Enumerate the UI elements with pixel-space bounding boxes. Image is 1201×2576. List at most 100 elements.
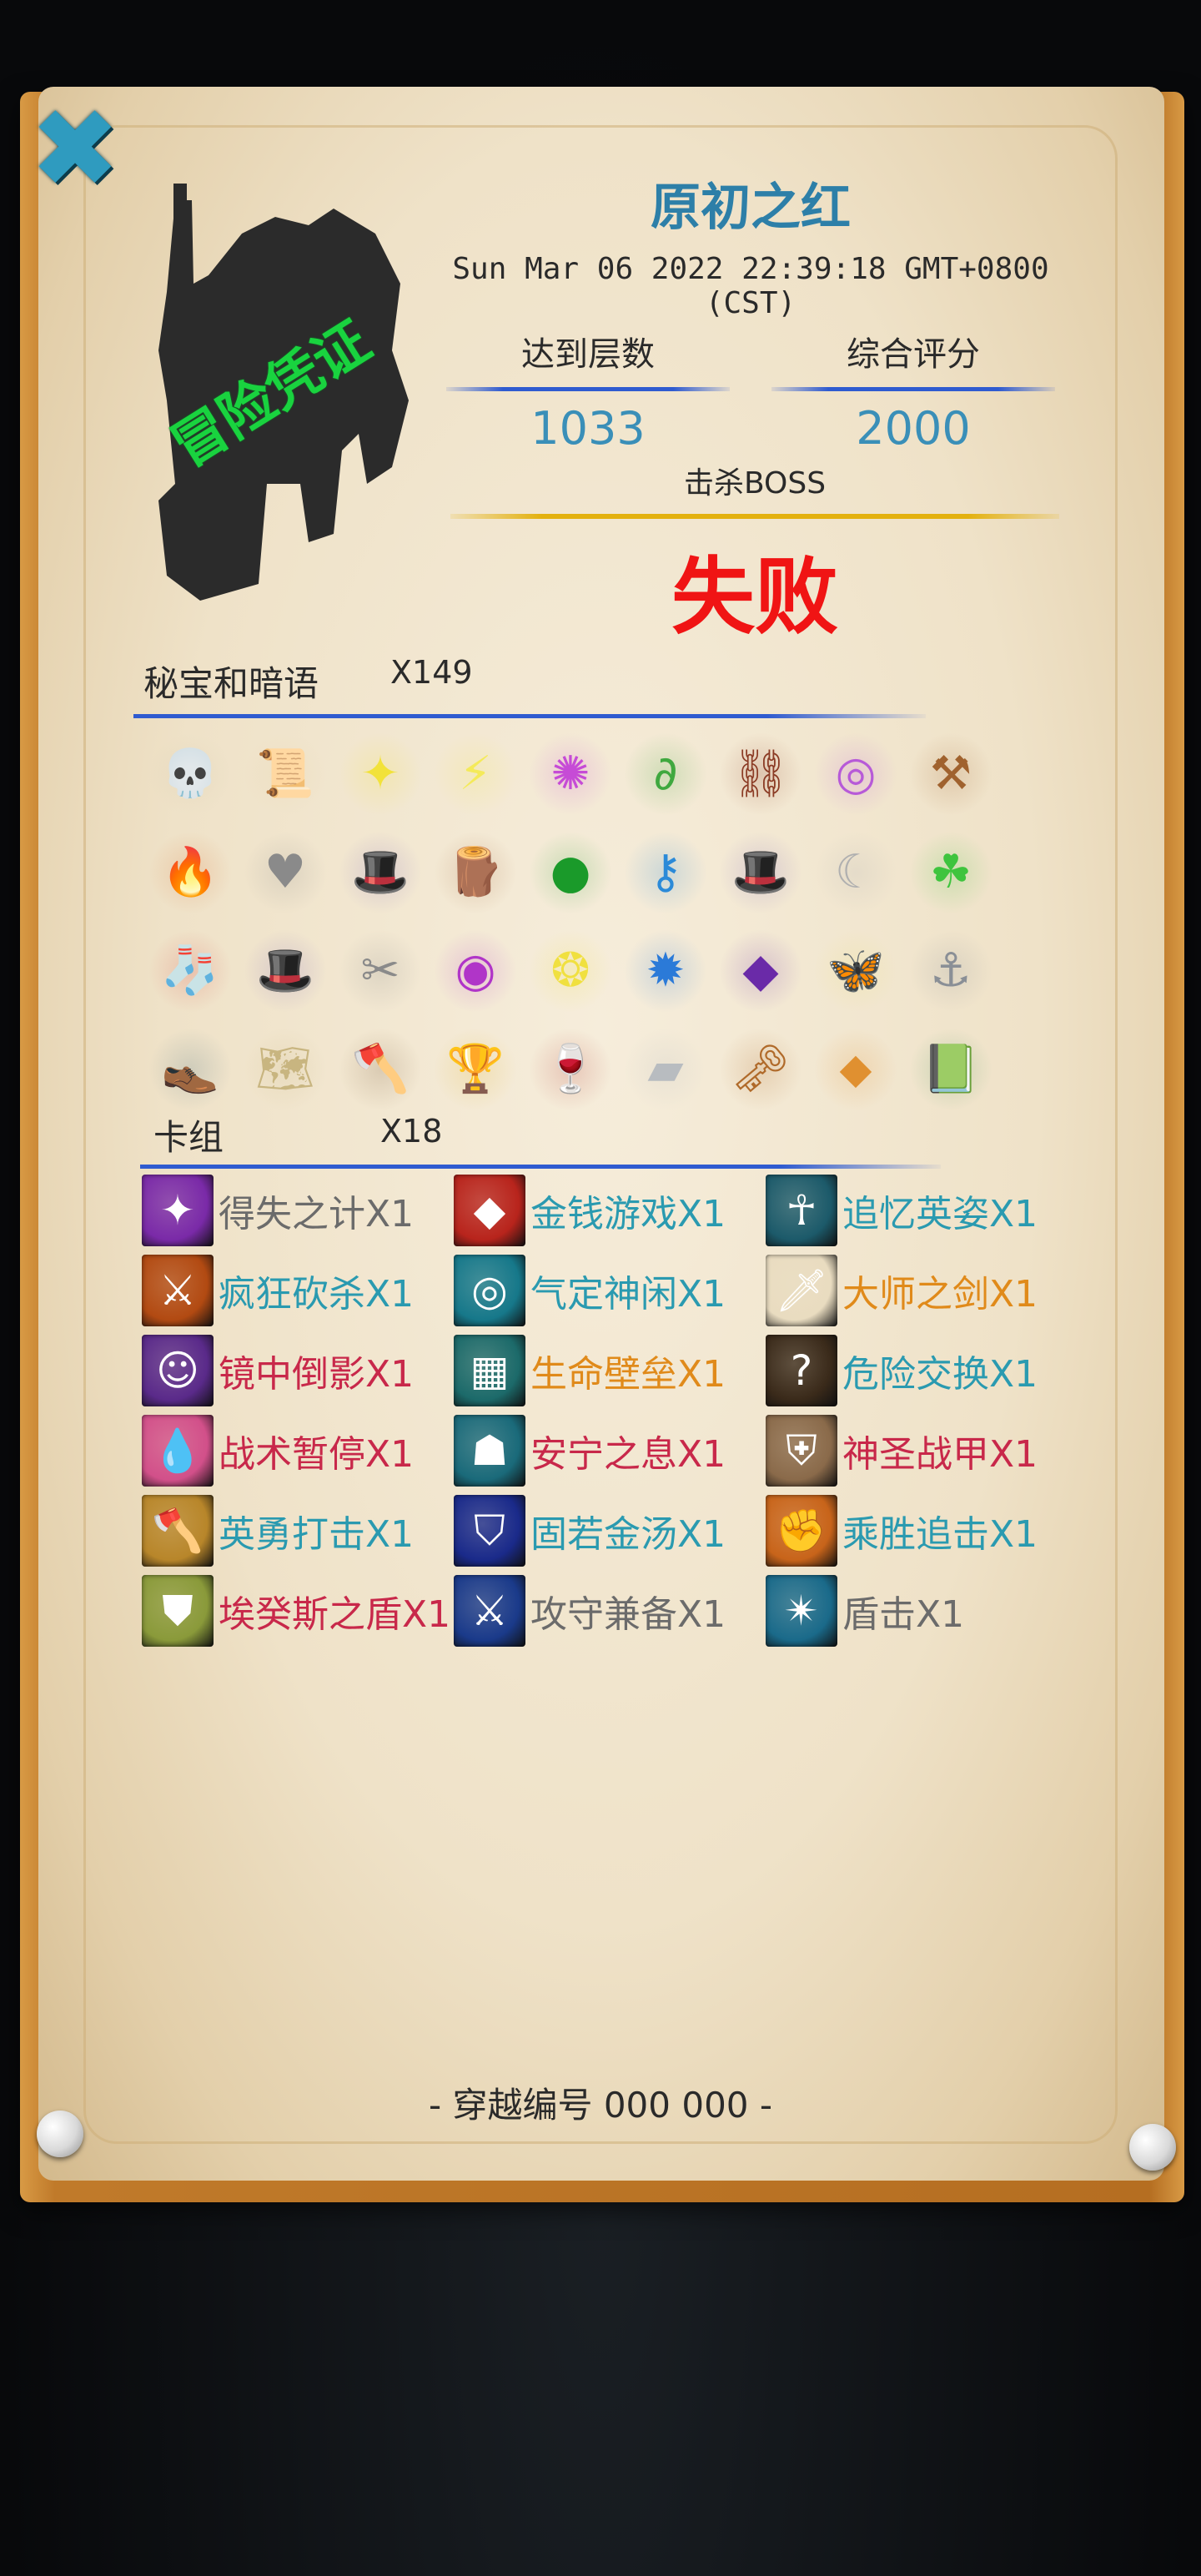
shovel-icon[interactable]: ⚒ <box>909 732 992 816</box>
blue-shield-icon: ⛉ <box>454 1495 525 1567</box>
treasure-divider <box>133 714 926 718</box>
pliers-icon[interactable]: ✂ <box>339 929 422 1013</box>
spirit-warrior-icon: ☥ <box>766 1175 837 1246</box>
floor-value: 1033 <box>530 402 646 455</box>
wizard-hat-icon[interactable]: 🎩 <box>244 929 327 1013</box>
card-item[interactable]: ☥ 追忆英姿X1 <box>766 1175 1078 1246</box>
green-book-icon[interactable]: 📗 <box>909 1028 992 1111</box>
amulet-icon[interactable]: ⬥ <box>814 1028 897 1111</box>
clover-icon[interactable]: ☘ <box>909 831 992 914</box>
background-hint <box>0 2269 1201 2576</box>
purple-eye-rune-icon[interactable]: ◉ <box>434 929 517 1013</box>
pin-right <box>1129 2124 1176 2171</box>
card-grid: ✦ 得失之计X1 ◆ 金钱游戏X1 ☥ 追忆英姿X1 ⚔ 疯狂砍杀X1 ◎ 气定神闲X1 🗡 大师之剑… <box>142 1175 1143 1647</box>
card-name: 安宁之息X1 <box>530 1433 726 1476</box>
silver-ingot-icon[interactable]: ▰ <box>624 1028 707 1111</box>
card-item[interactable]: 💧 战术暂停X1 <box>142 1415 454 1487</box>
card-item[interactable]: 🪓 英勇打击X1 <box>142 1495 454 1567</box>
crescent-blade-icon[interactable]: ☾ <box>814 831 897 914</box>
axe-icon[interactable]: 🪓 <box>339 1028 422 1111</box>
question-mark-icon: ? <box>766 1335 837 1406</box>
stocking-icon[interactable]: 🧦 <box>148 929 232 1013</box>
card-name: 追忆英姿X1 <box>842 1193 1038 1235</box>
card-item[interactable]: ⛨ 神圣战甲X1 <box>766 1415 1078 1487</box>
purple-burst-icon: ✦ <box>142 1175 214 1246</box>
card-item[interactable]: ⛊ 埃癸斯之盾X1 <box>142 1575 454 1647</box>
card-name: 得失之计X1 <box>219 1193 415 1235</box>
crossed-swords-icon: ⚔ <box>454 1575 525 1647</box>
card-name: 英勇打击X1 <box>219 1513 415 1556</box>
card-item[interactable]: ⚔ 疯狂砍杀X1 <box>142 1255 454 1326</box>
card-item[interactable]: ◎ 气定神闲X1 <box>454 1255 766 1326</box>
crossing-id: - 穿越编号 000 000 - <box>428 2085 773 2126</box>
score-divider <box>771 387 1055 391</box>
log-icon[interactable]: 🪵 <box>434 831 517 914</box>
red-gem-icon: ◆ <box>454 1175 525 1246</box>
shield-bash-icon: ✴ <box>766 1575 837 1647</box>
shoe-icon[interactable]: 👞 <box>148 1028 232 1111</box>
card-name: 战术暂停X1 <box>219 1433 415 1476</box>
floor-divider <box>446 387 730 391</box>
chain-icon[interactable]: ⛓ <box>719 732 802 816</box>
fire-pot-icon[interactable]: 🔥 <box>148 831 232 914</box>
close-button[interactable]: ✖ <box>30 94 121 203</box>
yellow-swirl-rune-icon[interactable]: ❂ <box>529 929 612 1013</box>
card-item[interactable]: ▦ 生命壁垒X1 <box>454 1335 766 1406</box>
card-name: 大师之剑X1 <box>842 1273 1038 1316</box>
card-item[interactable]: ✦ 得失之计X1 <box>142 1175 454 1246</box>
boss-divider <box>450 514 1059 519</box>
key-icon[interactable]: 🗝 <box>719 1028 802 1111</box>
teal-figure-icon: ☗ <box>454 1415 525 1487</box>
yellow-rune-icon[interactable]: ✦ <box>339 732 422 816</box>
yellow-claw-rune-icon[interactable]: ⚡ <box>434 732 517 816</box>
card-item[interactable]: ? 危险交换X1 <box>766 1335 1078 1406</box>
card-name: 固若金汤X1 <box>530 1513 726 1556</box>
wine-glass-icon[interactable]: 🍷 <box>529 1028 612 1111</box>
blue-vortex-icon: ◎ <box>454 1255 525 1326</box>
anchor-icon[interactable]: ⚓ <box>909 929 992 1013</box>
blue-drop-icon: 💧 <box>142 1415 214 1487</box>
card-name: 气定神闲X1 <box>530 1273 726 1316</box>
card-item[interactable]: ✊ 乘胜追击X1 <box>766 1495 1078 1567</box>
deck-count: X18 <box>380 1113 443 1150</box>
card-item[interactable]: ⛉ 固若金汤X1 <box>454 1495 766 1567</box>
card-item[interactable]: 🗡 大师之剑X1 <box>766 1255 1078 1326</box>
skull-icon[interactable]: 💀 <box>148 732 232 816</box>
purple-gem-icon[interactable]: ◆ <box>719 929 802 1013</box>
treasure-section-title: 秘宝和暗语 <box>143 663 319 704</box>
green-orb-icon[interactable]: ● <box>529 831 612 914</box>
card-item[interactable]: ◆ 金钱游戏X1 <box>454 1175 766 1246</box>
stone-heart-icon[interactable]: ♥ <box>244 831 327 914</box>
card-item[interactable]: ✴ 盾击X1 <box>766 1575 1078 1647</box>
purple-rune-icon[interactable]: ✺ <box>529 732 612 816</box>
result-text: 失败 <box>671 548 838 646</box>
scroll-icon[interactable]: 📜 <box>244 732 327 816</box>
teal-wall-icon: ▦ <box>454 1335 525 1406</box>
card-name: 疯狂砍杀X1 <box>219 1273 415 1316</box>
card-name: 镜中倒影X1 <box>219 1353 415 1396</box>
blue-rune-icon[interactable]: ⚷ <box>624 831 707 914</box>
map-scroll-icon[interactable]: 🗺 <box>244 1028 327 1111</box>
butterfly-icon[interactable]: 🦋 <box>814 929 897 1013</box>
golden-cup-icon[interactable]: 🏆 <box>434 1028 517 1111</box>
card-name: 金钱游戏X1 <box>530 1193 726 1235</box>
wizard-hat-icon[interactable]: 🎩 <box>339 831 422 914</box>
battle-axe-icon: 🪓 <box>142 1495 214 1567</box>
purple-swirl-icon[interactable]: ◎ <box>814 732 897 816</box>
green-rune-icon[interactable]: ∂ <box>624 732 707 816</box>
treasure-grid: 💀 📜 ✦ ⚡ ✺ ∂ ⛓ ◎ ⚒ 🔥 ♥ 🎩 🪵 ● ⚷ 🎩 ☾ ☘ 🧦 🎩 ✂ ◉ ❂ ✹ ◆ 🦋 ⚓ 👞 🗺 🪓 🏆 🍷 ▰ 🗝 ⬥ 📗 <box>148 732 1016 1111</box>
fist-icon: ✊ <box>766 1495 837 1567</box>
blue-claw-rune-icon[interactable]: ✹ <box>624 929 707 1013</box>
card-item[interactable]: ☗ 安宁之息X1 <box>454 1415 766 1487</box>
wizard-hat-icon[interactable]: 🎩 <box>719 831 802 914</box>
card-name: 盾击X1 <box>842 1593 965 1636</box>
score-value: 2000 <box>856 402 971 455</box>
card-item[interactable]: ⚔ 攻守兼备X1 <box>454 1575 766 1647</box>
deck-section-title: 卡组 <box>153 1117 224 1158</box>
treasure-count: X149 <box>390 654 473 691</box>
timestamp: Sun Mar 06 2022 22:39:18 GMT+0800 (CST) <box>452 252 1049 320</box>
card-item[interactable]: ☺ 镜中倒影X1 <box>142 1335 454 1406</box>
card-name: 生命壁垒X1 <box>530 1353 726 1396</box>
aegis-shield-icon: ⛊ <box>142 1575 214 1647</box>
holy-armor-icon: ⛨ <box>766 1415 837 1487</box>
